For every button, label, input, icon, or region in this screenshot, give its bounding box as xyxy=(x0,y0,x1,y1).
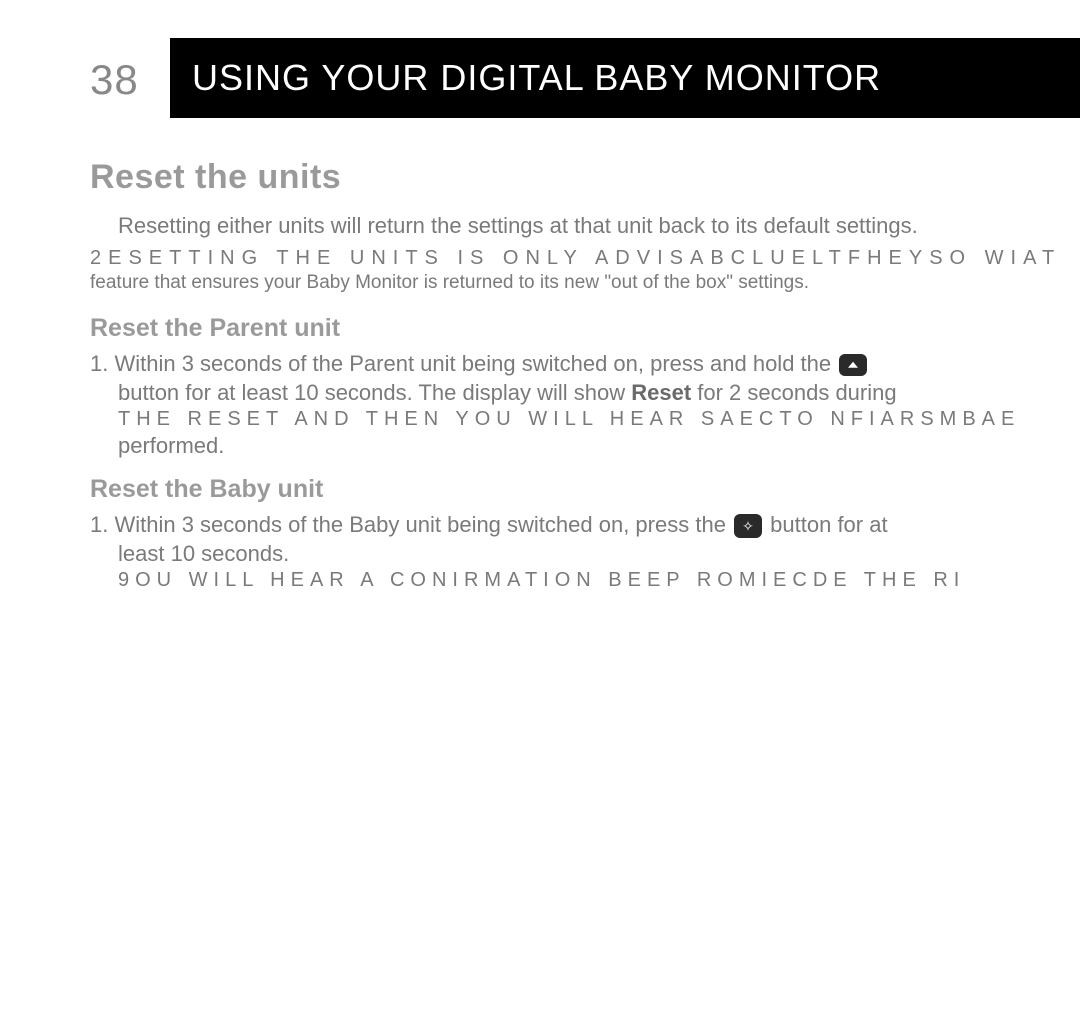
parent-unit-block: Reset the Parent unit 1. Within 3 second… xyxy=(90,314,1060,461)
header-bar: USING YOUR DIGITAL BABY MONITOR xyxy=(170,38,1080,118)
up-arrow-icon xyxy=(839,354,867,376)
header-title: USING YOUR DIGITAL BABY MONITOR xyxy=(170,57,881,99)
baby-step-1a: 1. Within 3 seconds of the Baby unit bei… xyxy=(90,512,732,537)
garbled-advisory-line: 2ESETTING THE UNITS IS ONLY ADVISABCLUEL… xyxy=(90,247,1060,270)
parent-step-1a: 1. Within 3 seconds of the Parent unit b… xyxy=(90,351,837,376)
reset-word: Reset xyxy=(631,380,691,405)
parent-step-1d: performed. xyxy=(118,431,1060,461)
intro-paragraph: Resetting either units will return the s… xyxy=(118,211,1060,241)
baby-step-1c: least 10 seconds. xyxy=(118,539,1060,569)
light-icon: ✧ xyxy=(734,514,762,538)
parent-step-1-line2: button for at least 10 seconds. The disp… xyxy=(118,378,1060,408)
parent-step-1b: button for at least 10 seconds. The disp… xyxy=(118,380,631,405)
feature-line: feature that ensures your Baby Monitor i… xyxy=(90,272,1060,294)
parent-unit-title: Reset the Parent unit xyxy=(90,314,1060,343)
baby-step-1-line1: 1. Within 3 seconds of the Baby unit bei… xyxy=(90,510,1060,540)
parent-step-1c: for 2 seconds during xyxy=(691,380,896,405)
parent-step-1-line1: 1. Within 3 seconds of the Parent unit b… xyxy=(90,349,1060,379)
parent-garbled-line: THE RESET AND THEN YOU WILL HEAR SAECTO … xyxy=(118,408,1060,431)
baby-unit-title: Reset the Baby unit xyxy=(90,475,1060,504)
page-number: 38 xyxy=(90,56,139,104)
baby-garbled-line: 9OU WILL HEAR A CONIRMATION BEEP ROMIECD… xyxy=(118,569,1060,592)
baby-step-1b: button for at xyxy=(764,512,888,537)
page-content: Reset the units Resetting either units w… xyxy=(90,158,1060,606)
section-title: Reset the units xyxy=(90,158,1060,197)
baby-unit-block: Reset the Baby unit 1. Within 3 seconds … xyxy=(90,475,1060,592)
